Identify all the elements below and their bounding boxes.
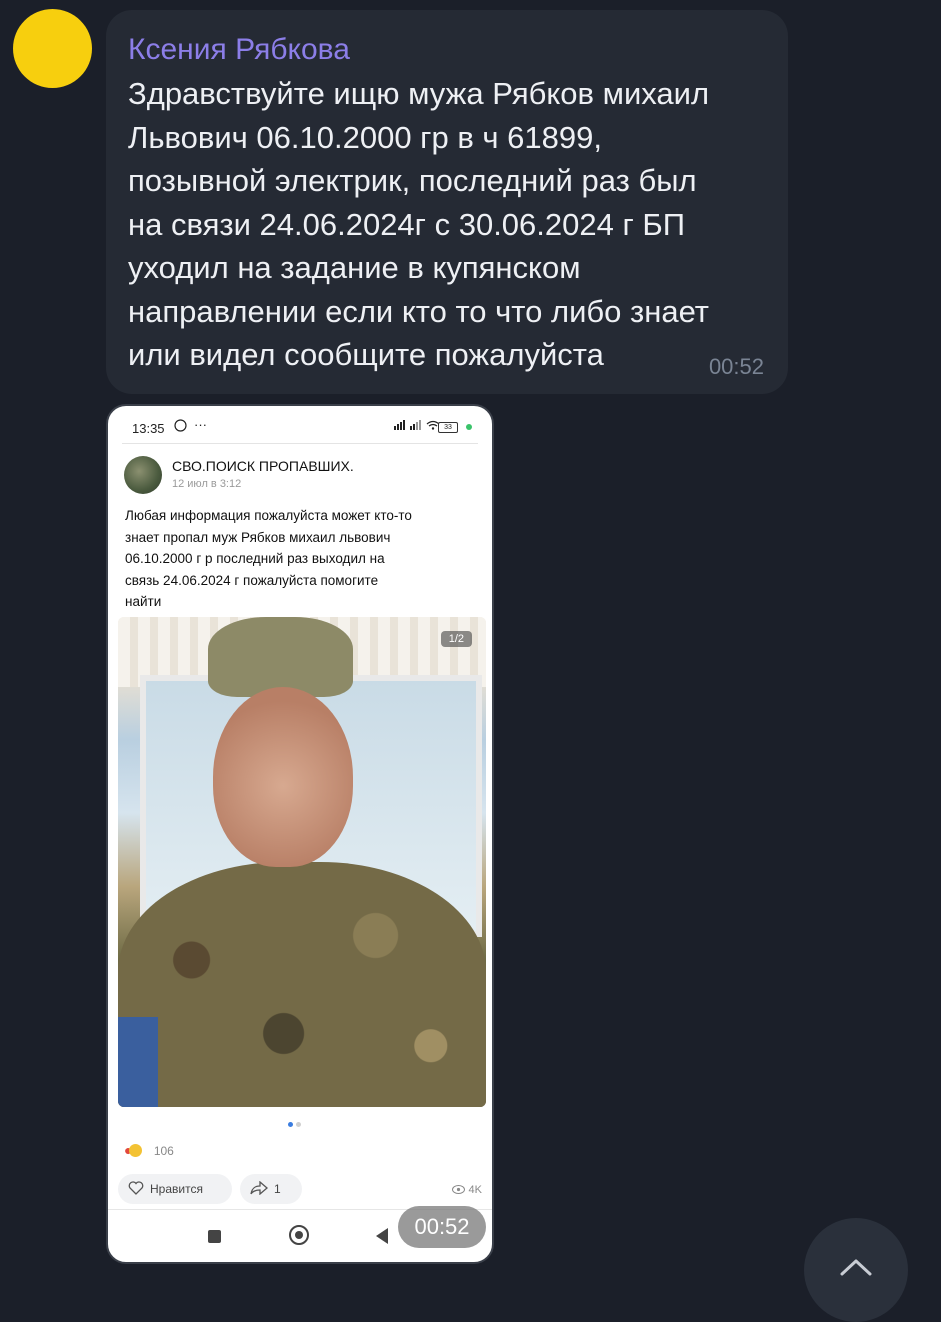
share-count: 1: [274, 1182, 281, 1196]
share-arrow-icon: [250, 1180, 268, 1196]
photo-cap: [208, 617, 353, 697]
media-time: 00:52: [398, 1206, 486, 1248]
heart-outline-icon: [128, 1181, 144, 1195]
status-dots: ···: [194, 417, 207, 432]
photo-face: [213, 687, 353, 867]
sender-name[interactable]: Ксения Рябкова: [128, 32, 764, 68]
share-button: 1: [240, 1174, 302, 1204]
battery-icon: 33: [438, 422, 458, 433]
photo-pager: [288, 1114, 304, 1132]
sender-avatar[interactable]: [13, 9, 92, 88]
chevron-up-icon: [840, 1259, 872, 1276]
scroll-to-bottom-button[interactable]: [804, 1218, 908, 1322]
views: 4K: [452, 1184, 482, 1196]
photo-body: [118, 862, 486, 1107]
screenshot-attachment[interactable]: 13:35 ··· 33 СВО.ПОИСК ПРОПАВШИХ. 12 июл…: [106, 404, 494, 1264]
back-icon: [376, 1228, 388, 1244]
views-count: 4K: [468, 1184, 482, 1196]
phone-status-bar: 13:35 ··· 33: [108, 406, 492, 446]
post-author: СВО.ПОИСК ПРОПАВШИХ.: [172, 458, 354, 474]
photo-heater: [118, 1017, 158, 1107]
post-date: 12 июл в 3:12: [172, 478, 242, 490]
like-label: Нравится: [150, 1182, 203, 1196]
reactions-count: 106: [153, 1144, 174, 1158]
eye-icon: [452, 1185, 466, 1194]
like-button: Нравится: [118, 1174, 232, 1204]
post-photo: 1/2: [118, 617, 486, 1107]
status-clock: 13:35: [132, 421, 165, 436]
photo-counter: 1/2: [440, 631, 472, 647]
message-text: Здравствуйте ищю мужа Рябков михаил Льво…: [128, 76, 710, 372]
reactions: ● 106: [124, 1142, 174, 1158]
divider: [122, 443, 478, 444]
signal-icon: [394, 419, 444, 433]
message-bubble: Ксения Рябкова Здравствуйте ищю мужа Ряб…: [106, 10, 788, 394]
privacy-dot: [466, 424, 472, 430]
recents-icon: [208, 1230, 221, 1243]
post-text: Любая информация пожалуйста может кто-то…: [125, 508, 412, 609]
home-icon: [289, 1225, 309, 1245]
whatsapp-icon: [174, 419, 187, 435]
post-author-avatar: [124, 456, 162, 494]
message-time: 00:52: [708, 354, 764, 379]
sad-emoji-icon: [129, 1144, 143, 1157]
